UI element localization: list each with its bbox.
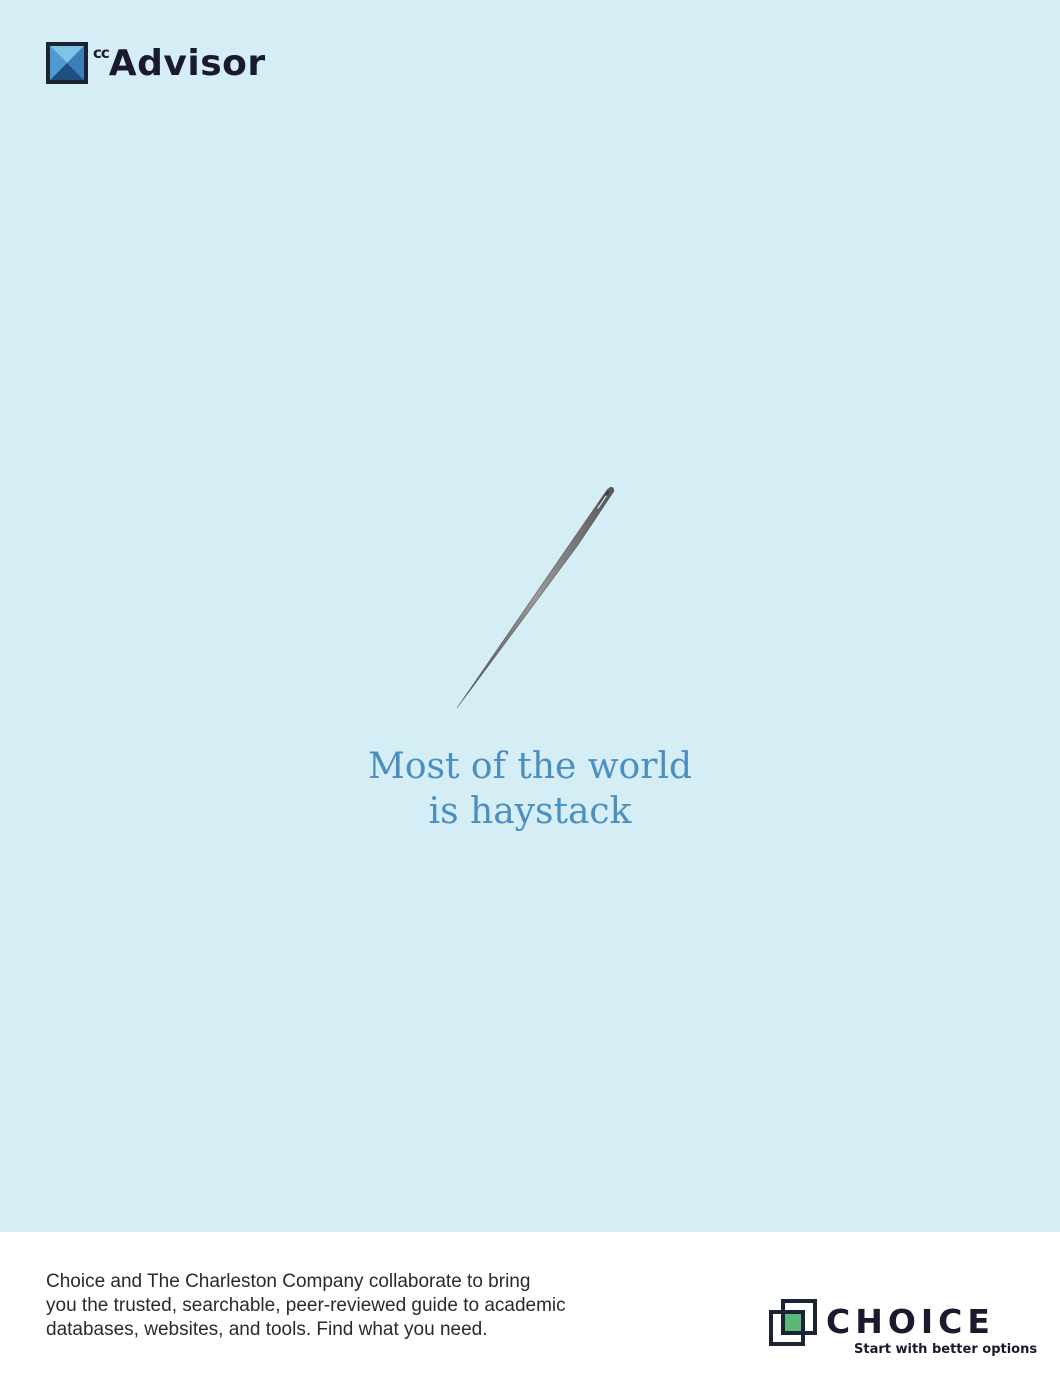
footer-line-2: you the trusted, searchable, peer-review… bbox=[46, 1295, 566, 1316]
headline: Most of the world is haystack bbox=[0, 744, 1060, 834]
choice-cube-icon bbox=[769, 1299, 817, 1346]
footer-description: Choice and The Charleston Company collab… bbox=[46, 1270, 606, 1342]
headline-line-1: Most of the world bbox=[367, 746, 693, 787]
cc-superscript: cc bbox=[93, 44, 110, 62]
ccadvisor-logo-icon bbox=[46, 42, 88, 84]
ccadvisor-logo: cc Advisor bbox=[46, 42, 266, 84]
footer-line-1: Choice and The Charleston Company collab… bbox=[46, 1271, 531, 1292]
choice-wordmark: CHOICE bbox=[826, 1302, 995, 1341]
choice-tagline: Start with better options bbox=[854, 1342, 1038, 1357]
headline-line-2: is haystack bbox=[428, 791, 632, 832]
choice-logo: CHOICE Start with better options bbox=[768, 1298, 1037, 1358]
needle-icon bbox=[456, 486, 615, 709]
footer-line-3: databases, websites, and tools. Find wha… bbox=[46, 1319, 488, 1340]
hero-panel: cc Advisor Most of the world is haystack bbox=[0, 0, 1060, 1232]
advisor-wordmark: Advisor bbox=[108, 43, 266, 84]
ad-page: cc Advisor Most of the world is haystack… bbox=[0, 0, 1060, 1400]
